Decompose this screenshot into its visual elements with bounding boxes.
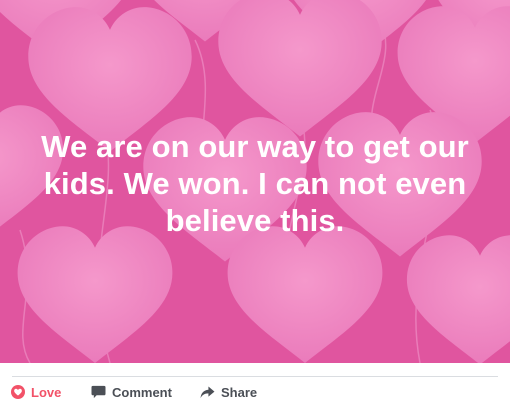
share-label: Share <box>221 384 258 400</box>
love-label: Love <box>31 384 62 400</box>
speech-bubble-icon <box>91 385 106 399</box>
post-actions-bar: Love Comment Share <box>0 377 510 407</box>
comment-label: Comment <box>112 384 172 400</box>
love-button[interactable]: Love <box>11 377 61 407</box>
share-button[interactable]: Share <box>200 377 257 407</box>
post-card: We are on our way to get our kids. We wo… <box>0 0 510 407</box>
share-arrow-icon <box>200 385 215 399</box>
heart-icon <box>11 385 25 399</box>
comment-button[interactable]: Comment <box>91 377 172 407</box>
post-text: We are on our way to get our kids. We wo… <box>41 129 469 238</box>
